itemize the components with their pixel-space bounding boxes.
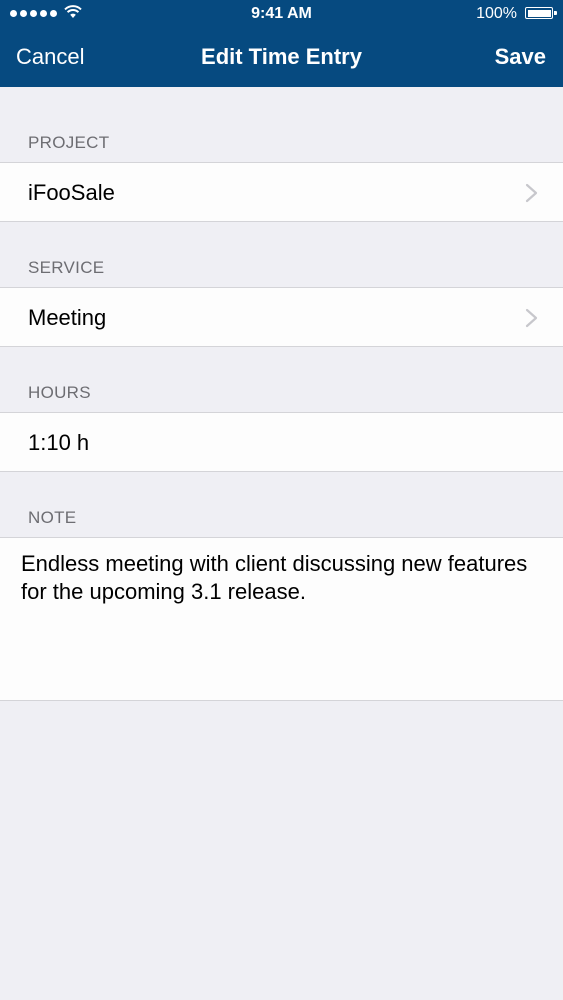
page-title: Edit Time Entry: [201, 44, 362, 69]
note-text: Endless meeting with client discussing n…: [21, 551, 528, 604]
save-button[interactable]: Save: [495, 44, 546, 70]
hours-value: 1:10 h: [28, 430, 90, 455]
service-section-header: SERVICE: [28, 258, 105, 277]
hours-section-header: HOURS: [28, 383, 91, 402]
project-row[interactable]: iFooSale: [0, 162, 563, 222]
battery-icon: [525, 7, 557, 19]
chevron-right-icon: [525, 308, 538, 328]
status-bar: 9:41 AM 100%: [0, 0, 563, 30]
service-value: Meeting: [28, 305, 107, 330]
project-section-header: PROJECT: [28, 133, 110, 152]
top-bar: 9:41 AM 100% Cancel Edit Time Entry Save: [0, 0, 563, 87]
chevron-right-icon: [525, 183, 538, 203]
battery-percentage: 100%: [476, 5, 517, 22]
service-row[interactable]: Meeting: [0, 287, 563, 347]
note-field[interactable]: Endless meeting with client discussing n…: [0, 537, 563, 701]
note-section-header: NOTE: [28, 508, 77, 527]
navigation-bar: Cancel Edit Time Entry Save: [0, 30, 563, 87]
project-value: iFooSale: [28, 180, 115, 205]
hours-row[interactable]: 1:10 h: [0, 412, 563, 472]
